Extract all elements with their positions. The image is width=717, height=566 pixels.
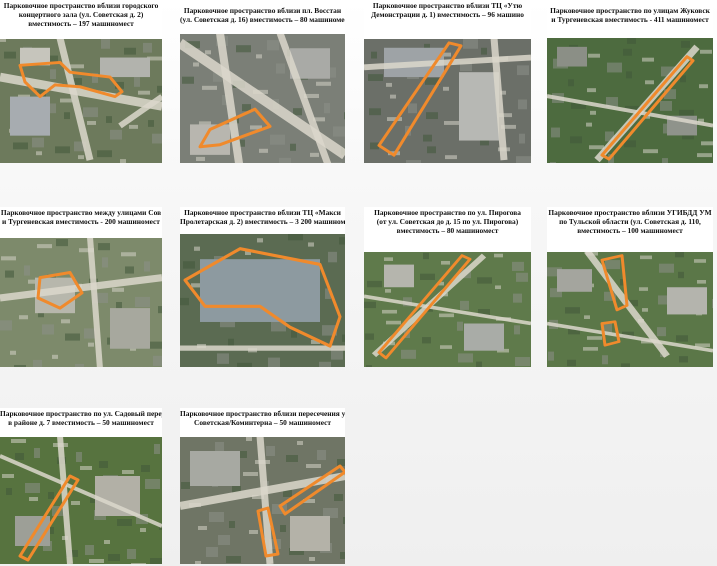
parking-card: Парковочное пространство вблизи пл. Восс… [180,5,345,163]
caption-line: Парковочное пространство вблизи пересече… [180,409,345,418]
caption-line: по Тульской области (ул. Советская д. 11… [559,217,701,226]
parking-card-caption: Парковочное пространство вблизи УГИБДД У… [547,207,713,252]
satellite-map [180,33,345,163]
map-image [0,436,162,564]
caption-line: и Тургеневская вместимость - 411 машином… [551,15,709,24]
caption-line: Парковочное пространство вблизи УГИБДД У… [548,208,712,217]
map-image [180,436,345,564]
caption-line: (ул. Советская д. 16) вместимость – 80 м… [180,15,345,24]
satellite-map [547,37,713,163]
satellite-map [0,237,162,367]
caption-line: Парковочное пространство вблизи ТЦ «Макс… [184,208,341,217]
parking-card: Парковочное пространство вблизи ТЦ «Макс… [180,207,345,367]
parking-card: Парковочное пространство между улицами С… [0,207,162,367]
satellite-map [0,38,162,163]
caption-line: (от ул. Советская до д. 15 по ул. Пирого… [376,217,519,226]
map-image [547,251,713,367]
caption-line: Парковочное пространство по улицам Жуков… [550,6,710,15]
parking-card: Парковочное пространство вблизи пересече… [180,408,345,564]
caption-line: Парковочное пространство вблизи городско… [3,1,159,10]
parking-card-caption: Парковочное пространство по ул. Пирогова… [364,207,531,252]
map-image [547,37,713,163]
satellite-map [364,38,531,163]
parking-card-caption: Парковочное пространство вблизи ТЦ «Макс… [180,207,345,234]
satellite-map [180,436,345,564]
caption-line: вместимость – 80 машиномест [396,226,499,235]
parking-card-caption: Парковочное пространство вблизи ТЦ «Утю Д… [364,0,531,39]
parking-card: Парковочное пространство по ул. Садовый … [0,408,162,564]
parking-card-caption: Парковочное пространство вблизи пересече… [180,408,345,437]
caption-line: вместимость – 100 машиномест [577,226,683,235]
caption-line: Советская/Коминтерна – 50 машиномест [193,418,332,427]
parking-card-caption: Парковочное пространство вблизи городско… [0,0,162,39]
caption-line: Демонстрации д. 1) вместимость – 96 маши… [371,10,524,19]
caption-line: Пролетарская д. 2) вместимость – 3 200 м… [180,217,345,226]
caption-line: Парковочное пространство по ул. Пирогова [374,208,521,217]
map-image [0,38,162,163]
map-image [0,237,162,367]
caption-line: в районе д. 7 вместимость – 50 машиномес… [8,418,154,427]
map-image [364,251,531,367]
map-image [180,33,345,163]
parking-card-caption: Парковочное пространство между улицами С… [0,207,162,238]
satellite-map [180,233,345,367]
caption-line: и Тургеневская вместимость - 200 машином… [2,217,160,226]
parking-card-caption: Парковочное пространство вблизи пл. Восс… [180,5,345,34]
parking-card: Парковочное пространство по ул. Пирогова… [364,207,531,367]
caption-line: Парковочное пространство вблизи ТЦ «Утю [372,1,523,10]
caption-line: концертного зала (ул. Советская д. 2) [18,10,144,19]
satellite-map [547,251,713,367]
caption-line: Парковочное пространство между улицами С… [0,208,162,217]
map-image [180,233,345,367]
map-image [364,38,531,163]
parking-card-caption: Парковочное пространство по ул. Садовый … [0,408,162,437]
parking-card-caption: Парковочное пространство по улицам Жуков… [547,5,713,38]
parking-card: Парковочное пространство по улицам Жуков… [547,5,713,163]
caption-line: Парковочное пространство по ул. Садовый … [0,409,162,418]
satellite-map [364,251,531,367]
caption-line: Парковочное пространство вблизи пл. Восс… [183,6,342,15]
satellite-map [0,436,162,564]
parking-card: Парковочное пространство вблизи ТЦ «Утю Д… [364,0,531,163]
parking-card: Парковочное пространство вблизи УГИБДД У… [547,207,713,367]
caption-line: вместимость – 197 машиномест [28,19,134,28]
parking-card: Парковочное пространство вблизи городско… [0,0,162,163]
